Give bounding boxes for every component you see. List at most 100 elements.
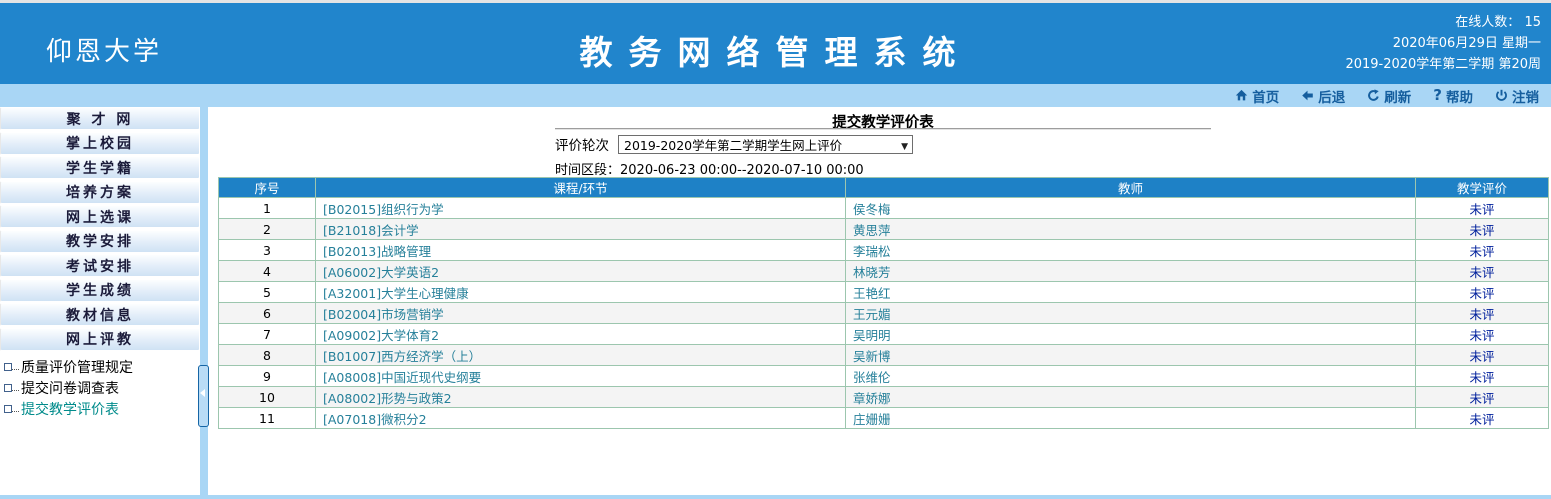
sidebar-menu-item[interactable]: 教材信息 <box>0 303 200 326</box>
course-link[interactable]: [A08008]中国近现代史纲要 <box>323 370 481 385</box>
teacher-cell: 王元媚 <box>846 303 1416 324</box>
evaluation-table: 序号 课程/环节 教师 教学评价 1 [B02015]组织行为学 侯冬梅 未评 … <box>218 177 1549 429</box>
sidebar-collapse-handle[interactable] <box>198 365 209 427</box>
course-link[interactable]: [B02015]组织行为学 <box>323 202 444 217</box>
course-cell: [A08002]形势与政策2 <box>316 387 846 408</box>
col-header-no: 序号 <box>219 178 316 198</box>
sidebar-menu-item-label: 学生成绩 <box>66 280 134 300</box>
sidebar-menu-item[interactable]: 网上评教 <box>0 328 200 351</box>
status-cell: 未评 <box>1416 303 1549 324</box>
date-line: 2020年06月29日 星期一 <box>1345 33 1541 54</box>
nav-item-back[interactable]: 后退 <box>1301 86 1345 106</box>
sidebar-menu-item[interactable]: 掌上校园 <box>0 132 200 155</box>
tree-node-square-icon <box>4 363 12 371</box>
evaluation-round-row: 评价轮次 2019-2020学年第二学期学生网上评价 <box>555 134 913 154</box>
sidebar-submenu-item-label: 质量评价管理规定 <box>21 357 133 377</box>
sidebar-menu-item-label: 网上选课 <box>66 207 134 227</box>
course-link[interactable]: [A09002]大学体育2 <box>323 328 439 343</box>
status-cell: 未评 <box>1416 324 1549 345</box>
course-cell: [A09002]大学体育2 <box>316 324 846 345</box>
col-header-teacher: 教师 <box>846 178 1416 198</box>
status-cell: 未评 <box>1416 219 1549 240</box>
nav-item-help[interactable]: ? 帮助 <box>1433 86 1473 106</box>
status-cell: 未评 <box>1416 366 1549 387</box>
row-number-cell: 2 <box>219 219 316 240</box>
system-title: 教务网络管理系统 <box>0 26 1551 74</box>
course-link[interactable]: [A07018]微积分2 <box>323 412 427 427</box>
course-link[interactable]: [A06002]大学英语2 <box>323 265 439 280</box>
online-count-line: 在线人数： 15 <box>1345 12 1541 33</box>
course-cell: [A32001]大学生心理健康 <box>316 282 846 303</box>
sidebar-submenu-item[interactable]: 提交教学评价表 <box>4 399 200 420</box>
col-header-course: 课程/环节 <box>316 178 846 198</box>
sidebar-menu-item-label: 学生学籍 <box>66 158 134 178</box>
row-number-cell: 9 <box>219 366 316 387</box>
tree-connector <box>12 364 19 370</box>
evaluation-round-selected-value: 2019-2020学年第二学期学生网上评价 <box>624 135 842 154</box>
course-cell: [A08008]中国近现代史纲要 <box>316 366 846 387</box>
sidebar-menu-item[interactable]: 学生成绩 <box>0 279 200 302</box>
bottom-edge-strip <box>0 495 1551 499</box>
sidebar-menu-item-label: 考试安排 <box>66 256 134 276</box>
tree-node-square-icon <box>4 384 12 392</box>
table-row: 9 [A08008]中国近现代史纲要 张维伦 未评 <box>219 366 1549 387</box>
course-link[interactable]: [B02013]战略管理 <box>323 244 431 259</box>
nav-item-label: 帮助 <box>1446 86 1473 106</box>
semester-line: 2019-2020学年第二学期 第20周 <box>1345 54 1541 75</box>
course-cell: [A06002]大学英语2 <box>316 261 846 282</box>
top-navbar: 首页 后退 刷新 ? 帮助 注销 <box>0 84 1551 107</box>
row-number-cell: 11 <box>219 408 316 429</box>
table-row: 1 [B02015]组织行为学 侯冬梅 未评 <box>219 198 1549 219</box>
app-header: 仰恩大学 教务网络管理系统 在线人数： 15 2020年06月29日 星期一 2… <box>0 3 1551 84</box>
status-cell: 未评 <box>1416 282 1549 303</box>
course-cell: [B02004]市场营销学 <box>316 303 846 324</box>
table-row: 5 [A32001]大学生心理健康 王艳红 未评 <box>219 282 1549 303</box>
nav-item-label: 注销 <box>1512 86 1539 106</box>
home-icon <box>1235 89 1248 102</box>
status-cell: 未评 <box>1416 345 1549 366</box>
online-count-value: 15 <box>1524 15 1541 30</box>
course-link[interactable]: [B21018]会计学 <box>323 223 419 238</box>
sidebar-submenu-item[interactable]: 提交问卷调查表 <box>4 378 200 399</box>
sidebar-menu-item[interactable]: 学生学籍 <box>0 156 200 179</box>
evaluation-table-head: 序号 课程/环节 教师 教学评价 <box>219 178 1549 198</box>
row-number-cell: 10 <box>219 387 316 408</box>
sidebar-menu-item[interactable]: 教学安排 <box>0 230 200 253</box>
table-row: 7 [A09002]大学体育2 吴明明 未评 <box>219 324 1549 345</box>
evaluation-round-label: 评价轮次 <box>555 134 609 154</box>
sidebar-submenu-item[interactable]: 质量评价管理规定 <box>4 357 200 378</box>
main-content: 提交教学评价表 评价轮次 2019-2020学年第二学期学生网上评价 时间区段：… <box>218 107 1551 495</box>
nav-item-refresh[interactable]: 刷新 <box>1367 86 1411 106</box>
sidebar-submenu-item-label: 提交教学评价表 <box>21 399 119 419</box>
sidebar-divider <box>200 107 208 499</box>
tree-node-square-icon <box>4 405 12 413</box>
teacher-cell: 黄思萍 <box>846 219 1416 240</box>
dropdown-arrow-icon <box>901 137 908 152</box>
sidebar-menu-item[interactable]: 考试安排 <box>0 254 200 277</box>
course-link[interactable]: [B02004]市场营销学 <box>323 307 444 322</box>
row-number-cell: 7 <box>219 324 316 345</box>
status-cell: 未评 <box>1416 408 1549 429</box>
sidebar-menu-item-label: 网上评教 <box>66 329 134 349</box>
logout-icon <box>1495 89 1508 102</box>
evaluation-round-select[interactable]: 2019-2020学年第二学期学生网上评价 <box>618 135 913 154</box>
sidebar-menu-item[interactable]: 网上选课 <box>0 205 200 228</box>
teacher-cell: 王艳红 <box>846 282 1416 303</box>
nav-item-home[interactable]: 首页 <box>1235 86 1279 106</box>
sidebar-menu-item[interactable]: 培养方案 <box>0 181 200 204</box>
tree-connector <box>12 406 19 412</box>
sidebar-menu-item-label: 教学安排 <box>66 231 134 251</box>
time-period-row: 时间区段：2020-06-23 00:00--2020-07-10 00:00 <box>555 159 864 178</box>
teacher-cell: 吴新博 <box>846 345 1416 366</box>
nav-item-label: 后退 <box>1318 86 1345 106</box>
course-link[interactable]: [B01007]西方经济学（上） <box>323 349 481 364</box>
sidebar-menu-item-label: 培养方案 <box>66 182 134 202</box>
evaluation-table-body: 1 [B02015]组织行为学 侯冬梅 未评 2 [B21018]会计学 黄思萍… <box>219 198 1549 429</box>
title-divider <box>555 128 1211 130</box>
nav-item-label: 首页 <box>1252 86 1279 106</box>
row-number-cell: 6 <box>219 303 316 324</box>
course-link[interactable]: [A32001]大学生心理健康 <box>323 286 469 301</box>
sidebar-menu-item[interactable]: 聚 才 网 <box>0 107 200 130</box>
nav-item-logout[interactable]: 注销 <box>1495 86 1539 106</box>
course-link[interactable]: [A08002]形势与政策2 <box>323 391 452 406</box>
